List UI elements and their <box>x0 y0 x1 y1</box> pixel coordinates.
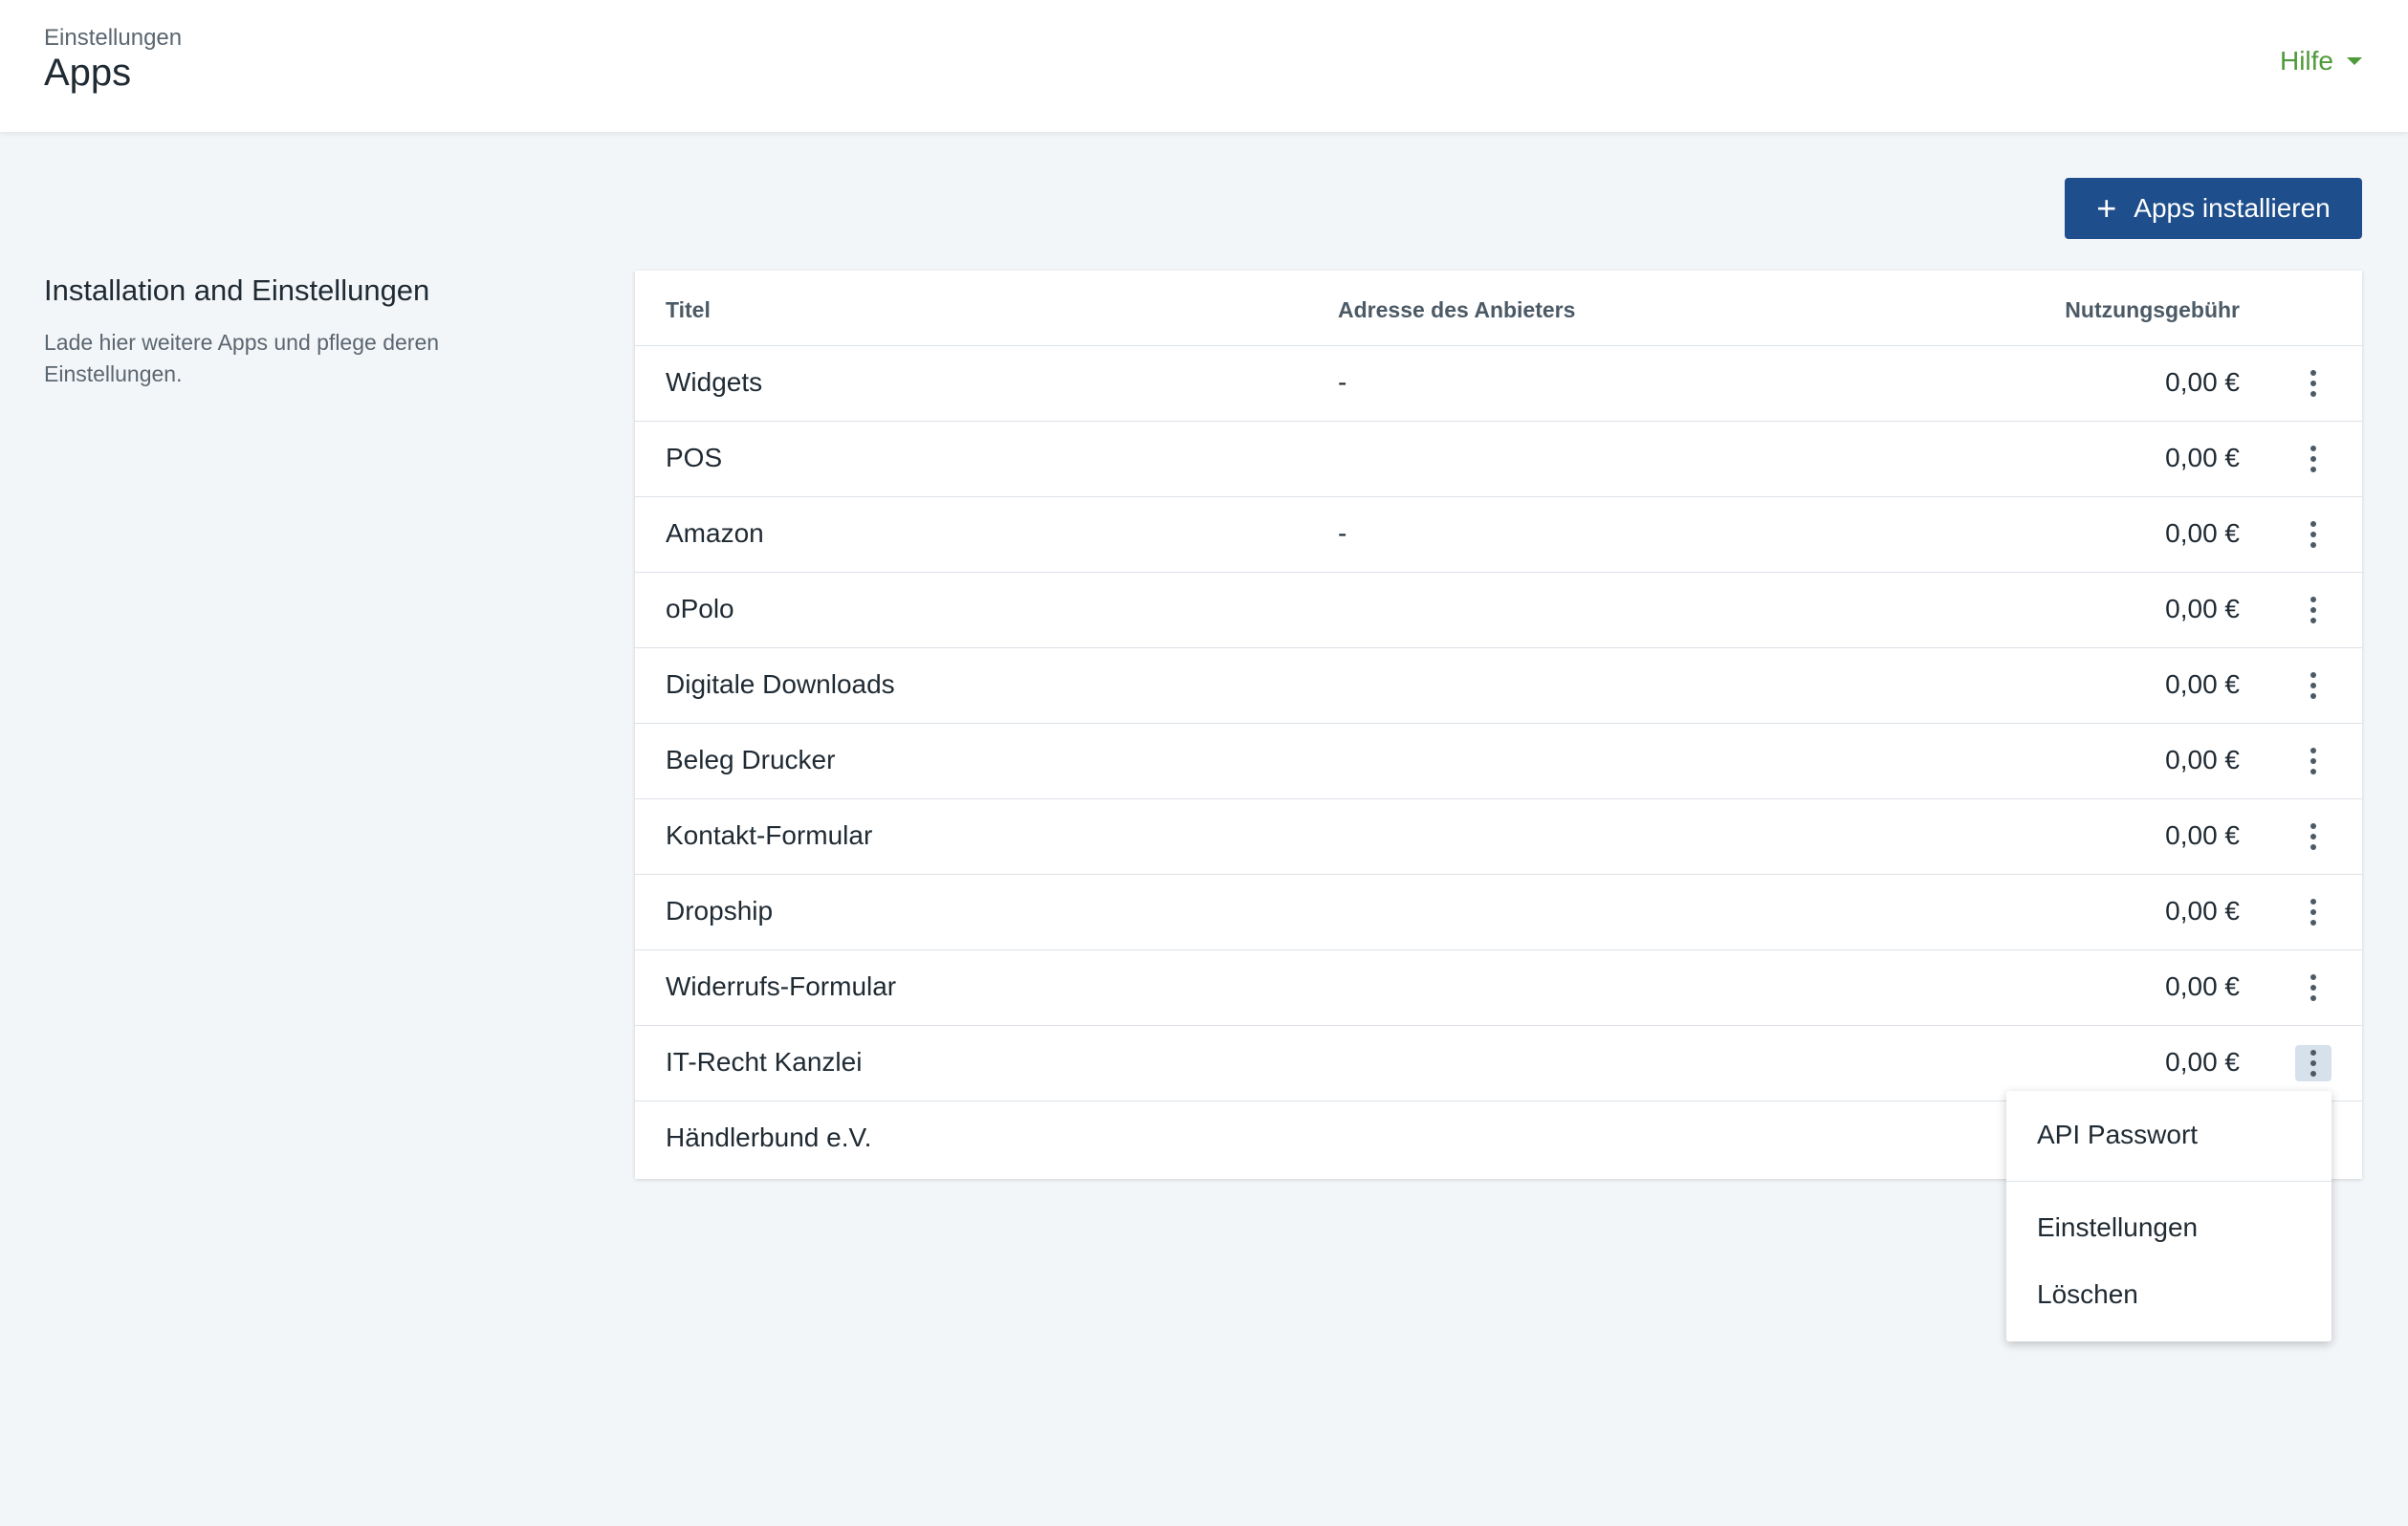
app-fee: 0,00 € <box>2165 443 2240 472</box>
app-title: POS <box>666 443 723 472</box>
app-fee: 0,00 € <box>2165 669 2240 699</box>
section-title: Installation and Einstellungen <box>44 273 430 307</box>
chevron-down-icon <box>2347 57 2362 65</box>
plus-icon: + <box>2096 188 2117 228</box>
app-fee: 0,00 € <box>2165 820 2240 850</box>
table-row[interactable]: Digitale Downloads 0,00 € <box>635 648 2362 724</box>
column-header-fee: Nutzungsgebühr <box>2065 297 2240 322</box>
app-address: - <box>1338 367 1347 397</box>
table-row[interactable]: oPolo 0,00 € <box>635 573 2362 648</box>
install-apps-label: Apps installieren <box>2134 193 2331 223</box>
more-options-icon[interactable] <box>2295 667 2331 704</box>
app-fee: 0,00 € <box>2165 518 2240 548</box>
apps-table: Titel Adresse des Anbieters Nutzungsgebü… <box>635 271 2362 1179</box>
more-options-icon[interactable] <box>2295 818 2331 855</box>
table-header: Titel Adresse des Anbieters Nutzungsgebü… <box>635 271 2362 346</box>
column-header-title: Titel <box>666 297 711 322</box>
app-title: Dropship <box>666 896 774 926</box>
more-options-icon[interactable] <box>2295 516 2331 553</box>
app-address: - <box>1338 518 1347 548</box>
table-row[interactable]: Kontakt-Formular 0,00 € <box>635 799 2362 875</box>
more-options-icon[interactable] <box>2295 1045 2331 1081</box>
app-title: Amazon <box>666 518 764 548</box>
app-title: Beleg Drucker <box>666 745 836 774</box>
help-dropdown[interactable]: Hilfe <box>2280 46 2362 76</box>
app-title: Händlerbund e.V. <box>666 1123 872 1152</box>
table-row[interactable]: Widerrufs-Formular 0,00 € <box>635 950 2362 1026</box>
app-fee: 0,00 € <box>2165 971 2240 1001</box>
install-apps-button[interactable]: + Apps installieren <box>2065 178 2362 239</box>
menu-item-api-password[interactable]: API Passwort <box>2037 1120 2198 1150</box>
top-bar: Einstellungen Apps Hilfe <box>0 0 2408 132</box>
app-title: Widerrufs-Formular <box>666 971 897 1001</box>
menu-item-settings[interactable]: Einstellungen <box>2037 1212 2198 1243</box>
row-options-menu: API Passwort Einstellungen Löschen <box>2006 1091 2331 1341</box>
more-options-icon[interactable] <box>2295 592 2331 628</box>
app-title: oPolo <box>666 594 734 623</box>
column-header-address: Adresse des Anbieters <box>1338 297 1576 322</box>
menu-divider <box>2006 1181 2331 1182</box>
more-options-icon[interactable] <box>2295 894 2331 930</box>
table-row[interactable]: Dropship 0,00 € <box>635 875 2362 950</box>
app-title: Widgets <box>666 367 763 397</box>
table-row[interactable]: Beleg Drucker 0,00 € <box>635 724 2362 799</box>
app-fee: 0,00 € <box>2165 594 2240 623</box>
more-options-icon[interactable] <box>2295 970 2331 1006</box>
app-title: Kontakt-Formular <box>666 820 873 850</box>
menu-item-delete[interactable]: Löschen <box>2037 1279 2138 1310</box>
app-fee: 0,00 € <box>2165 896 2240 926</box>
table-row[interactable]: Widgets - 0,00 € <box>635 346 2362 422</box>
more-options-icon[interactable] <box>2295 441 2331 477</box>
more-options-icon[interactable] <box>2295 365 2331 402</box>
app-title: IT-Recht Kanzlei <box>666 1047 863 1077</box>
app-fee: 0,00 € <box>2165 745 2240 774</box>
section-description: Lade hier weitere Apps und pflege deren … <box>44 330 440 386</box>
help-label: Hilfe <box>2279 46 2333 76</box>
app-fee: 0,00 € <box>2165 1047 2240 1077</box>
app-title: Digitale Downloads <box>666 669 895 699</box>
table-row[interactable]: Amazon - 0,00 € <box>635 497 2362 573</box>
page-title: Apps <box>44 52 132 94</box>
table-row[interactable]: POS 0,00 € <box>635 422 2362 497</box>
more-options-icon[interactable] <box>2295 743 2331 779</box>
app-fee: 0,00 € <box>2165 367 2240 397</box>
breadcrumb[interactable]: Einstellungen <box>44 25 182 52</box>
